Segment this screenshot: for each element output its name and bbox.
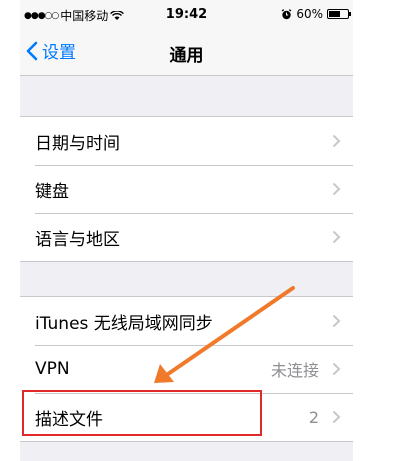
settings-row-vpn[interactable]: VPN 未连接 bbox=[20, 345, 353, 393]
battery-percent: 60% bbox=[296, 7, 323, 21]
row-label: VPN bbox=[35, 359, 70, 379]
alarm-icon bbox=[281, 8, 292, 19]
chevron-right-icon bbox=[332, 410, 341, 424]
settings-row-language-region[interactable]: 语言与地区 bbox=[20, 213, 353, 261]
status-bar: ●●●○○ 中国移动 19:42 60% bbox=[20, 0, 353, 28]
nav-bar: 设置 通用 bbox=[20, 28, 353, 76]
settings-group-1: 日期与时间 键盘 语言与地区 bbox=[20, 116, 353, 262]
profiles-count: 2 bbox=[308, 407, 319, 427]
row-label: 语言与地区 bbox=[35, 229, 120, 250]
chevron-right-icon bbox=[332, 230, 341, 244]
row-label: iTunes 无线局域网同步 bbox=[35, 313, 213, 334]
chevron-right-icon bbox=[332, 182, 341, 196]
page-title: 通用 bbox=[169, 46, 204, 66]
settings-row-keyboard[interactable]: 键盘 bbox=[20, 165, 353, 213]
highlight-box bbox=[22, 390, 262, 436]
chevron-right-icon bbox=[332, 362, 341, 376]
row-label: 日期与时间 bbox=[35, 133, 120, 154]
chevron-right-icon bbox=[332, 134, 341, 148]
battery-fill bbox=[329, 11, 340, 17]
chevron-right-icon bbox=[332, 314, 341, 328]
battery-icon bbox=[327, 9, 351, 19]
row-label: 键盘 bbox=[35, 181, 69, 202]
vpn-status: 未连接 bbox=[270, 361, 319, 380]
settings-row-itunes-wifi-sync[interactable]: iTunes 无线局域网同步 bbox=[20, 297, 353, 345]
status-right: 60% bbox=[281, 7, 351, 21]
settings-row-date-time[interactable]: 日期与时间 bbox=[20, 117, 353, 165]
